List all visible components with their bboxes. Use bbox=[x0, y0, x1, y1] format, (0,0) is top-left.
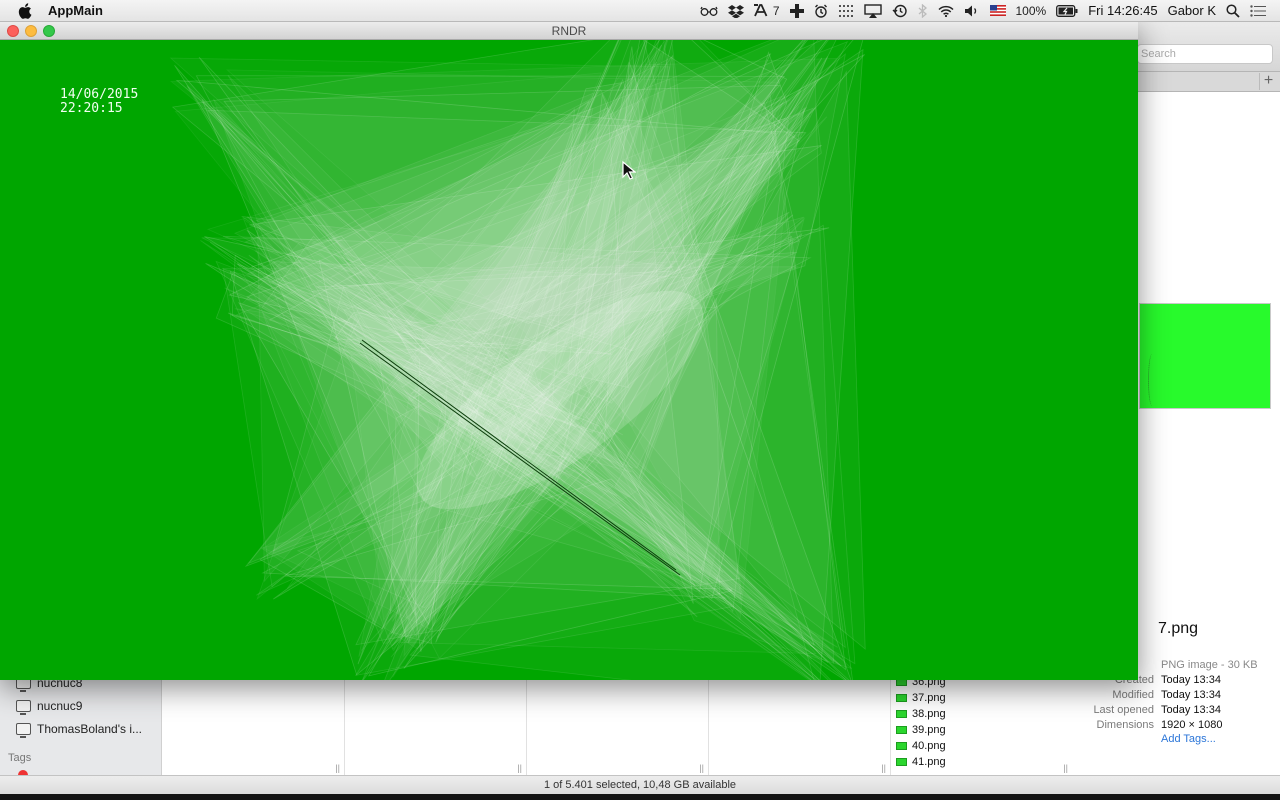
app-menu[interactable]: AppMain bbox=[48, 3, 103, 18]
time-text: 22:20:15 bbox=[60, 101, 123, 116]
finder-tab-bar: + bbox=[1137, 72, 1280, 92]
list-item[interactable]: 40.png bbox=[896, 738, 1056, 754]
list-item[interactable]: 38.png bbox=[896, 706, 1056, 722]
column-resize-handle[interactable]: || bbox=[881, 763, 886, 773]
computer-icon bbox=[16, 700, 31, 715]
finder-column: || bbox=[709, 680, 891, 775]
desktop: Search + nucnuc8 nucnuc9 ThomasBoland's … bbox=[0, 0, 1280, 800]
apple-menu-icon[interactable] bbox=[18, 2, 32, 19]
info-modified-row: Modified Today 13:34 bbox=[1072, 689, 1280, 704]
battery-icon[interactable] bbox=[1056, 4, 1078, 17]
computer-icon bbox=[16, 723, 31, 738]
list-item[interactable]: 37.png bbox=[896, 690, 1056, 706]
dock-edge bbox=[0, 794, 1280, 800]
us-flag-icon[interactable] bbox=[989, 5, 1006, 16]
thumbnail-drawing bbox=[1148, 354, 1156, 406]
list-item[interactable]: 41.png bbox=[896, 754, 1056, 770]
wifi-icon[interactable] bbox=[937, 5, 954, 17]
png-file-icon bbox=[896, 726, 907, 734]
modified-value: Today 13:34 bbox=[1161, 689, 1221, 701]
dropbox-icon[interactable] bbox=[727, 4, 744, 18]
last-opened-label: Last opened bbox=[1093, 704, 1154, 716]
add-tags-link[interactable]: Add Tags... bbox=[1161, 733, 1216, 745]
sidebar-item-nucnuc9[interactable]: nucnuc9 bbox=[16, 697, 82, 715]
sidebar-item-label: ThomasBoland's i... bbox=[37, 722, 143, 736]
info-opened-row: Last opened Today 13:34 bbox=[1072, 704, 1280, 719]
png-file-icon bbox=[896, 742, 907, 750]
file-name: 40.png bbox=[912, 740, 946, 752]
column-resize-handle[interactable]: || bbox=[517, 763, 522, 773]
finder-column: || bbox=[163, 680, 345, 775]
grid-dots-icon[interactable] bbox=[838, 4, 854, 18]
finder-column: || bbox=[527, 680, 709, 775]
font-app-icon[interactable]: 7 bbox=[753, 3, 780, 18]
date-text: 14/06/2015 bbox=[60, 87, 139, 102]
png-file-icon bbox=[896, 694, 907, 702]
airplay-icon[interactable] bbox=[863, 3, 882, 18]
dimensions-label: Dimensions bbox=[1096, 719, 1154, 731]
sidebar-item-label: nucnuc9 bbox=[37, 699, 83, 713]
finder-sidebar: nucnuc8 nucnuc9 ThomasBoland's i... Tags bbox=[0, 676, 162, 780]
time-machine-icon[interactable] bbox=[892, 4, 908, 18]
finder-status-bar: 1 of 5.401 selected, 10,48 GB available bbox=[0, 775, 1280, 794]
column-resize-handle[interactable]: || bbox=[335, 763, 340, 773]
mouse-pointer-icon bbox=[622, 161, 636, 180]
menu-bar: AppMain 7 100% Fri 14:26:45 Gabor K bbox=[0, 0, 1280, 22]
preview-thumbnail bbox=[1139, 303, 1271, 409]
badge-count: 7 bbox=[772, 3, 780, 18]
file-title: 7.png bbox=[1158, 620, 1199, 637]
bluetooth-icon[interactable] bbox=[918, 3, 928, 18]
list-item[interactable]: 39.png bbox=[896, 722, 1056, 738]
column-resize-handle[interactable]: || bbox=[699, 763, 704, 773]
rndr-window: RNDR 14/06/2015 22:20:15 bbox=[0, 22, 1138, 680]
sidebar-item-thomasboland[interactable]: ThomasBoland's i... bbox=[16, 720, 142, 738]
sidebar-heading-tags: Tags bbox=[8, 752, 32, 764]
modified-label: Modified bbox=[1112, 689, 1154, 701]
dimensions-value: 1920 × 1080 bbox=[1161, 719, 1223, 731]
file-kind: PNG image - 30 KB bbox=[1161, 659, 1258, 671]
finder-column: || bbox=[345, 680, 527, 775]
glasses-icon[interactable] bbox=[700, 5, 718, 17]
file-name: 37.png bbox=[912, 692, 946, 704]
info-tags-row: Add Tags... bbox=[1072, 733, 1280, 748]
info-dimensions-row: Dimensions 1920 × 1080 bbox=[1072, 719, 1280, 734]
file-list: 36.png 37.png 38.png 39.png 40.png 41.pn… bbox=[896, 674, 1056, 770]
png-file-icon bbox=[896, 710, 907, 718]
search-input[interactable]: Search bbox=[1137, 44, 1273, 64]
file-name: 41.png bbox=[912, 756, 946, 768]
file-name: 38.png bbox=[912, 708, 946, 720]
column-resize-handle[interactable]: || bbox=[1063, 763, 1068, 773]
clock[interactable]: Fri 14:26:45 bbox=[1088, 3, 1157, 18]
timestamp-overlay: 14/06/2015 22:20:15 bbox=[60, 88, 138, 116]
add-tab-button[interactable]: + bbox=[1259, 73, 1277, 90]
window-titlebar[interactable]: RNDR bbox=[0, 22, 1138, 40]
file-name: 39.png bbox=[912, 724, 946, 736]
spotlight-search-icon[interactable] bbox=[1226, 3, 1240, 18]
generative-line-art bbox=[169, 40, 866, 680]
plus-cross-icon[interactable] bbox=[789, 3, 804, 18]
volume-icon[interactable] bbox=[964, 4, 980, 18]
last-opened-value: Today 13:34 bbox=[1161, 704, 1221, 716]
notification-center-icon[interactable] bbox=[1250, 4, 1266, 17]
created-value: Today 13:34 bbox=[1161, 674, 1221, 686]
window-title: RNDR bbox=[551, 24, 587, 38]
battery-percent: 100% bbox=[1015, 3, 1047, 18]
png-file-icon bbox=[896, 758, 907, 766]
render-canvas[interactable]: 14/06/2015 22:20:15 bbox=[0, 40, 1138, 680]
user-menu[interactable]: Gabor K bbox=[1168, 3, 1216, 18]
alarm-clock-icon[interactable] bbox=[814, 4, 828, 18]
